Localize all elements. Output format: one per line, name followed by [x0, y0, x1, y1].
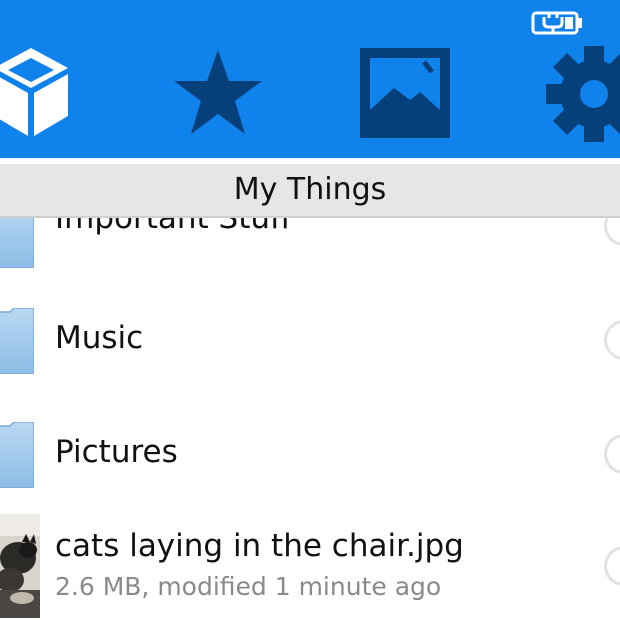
box-icon	[0, 48, 68, 136]
page-title: My Things	[233, 172, 387, 207]
select-checkbox[interactable]	[604, 218, 620, 246]
folder-icon	[0, 218, 34, 268]
tab-photos[interactable]	[358, 46, 452, 140]
list-item-music[interactable]: Music	[0, 304, 620, 380]
list-item-label: Important Stuff	[55, 218, 292, 236]
list-item-important-stuff[interactable]: Important Stuff	[0, 218, 620, 268]
star-icon	[174, 50, 262, 134]
tab-files[interactable]	[0, 44, 72, 140]
folder-icon	[0, 422, 34, 488]
list-item-pictures[interactable]: Pictures	[0, 418, 620, 494]
file-thumbnail	[0, 514, 40, 618]
list-item-label: cats laying in the chair.jpg	[55, 528, 464, 564]
gear-icon	[546, 46, 620, 142]
select-checkbox[interactable]	[604, 320, 620, 360]
battery-charging-icon	[531, 11, 582, 35]
page-title-bar: My Things	[0, 164, 620, 218]
list-item-label: Music	[55, 320, 144, 356]
app-bar	[0, 0, 620, 158]
tab-favorites[interactable]	[172, 48, 264, 136]
tab-settings[interactable]	[544, 44, 620, 144]
list-item-label: Pictures	[55, 434, 178, 470]
folder-icon	[0, 308, 34, 374]
cat-photo-thumbnail	[0, 514, 40, 618]
file-list[interactable]: Important Stuff Music Pictures cats layi…	[0, 218, 620, 620]
list-item-file[interactable]: cats laying in the chair.jpg 2.6 MB, mod…	[0, 510, 620, 620]
photo-icon	[360, 48, 450, 138]
select-checkbox[interactable]	[604, 434, 620, 474]
select-checkbox[interactable]	[604, 546, 620, 586]
file-meta: 2.6 MB, modified 1 minute ago	[55, 572, 442, 601]
